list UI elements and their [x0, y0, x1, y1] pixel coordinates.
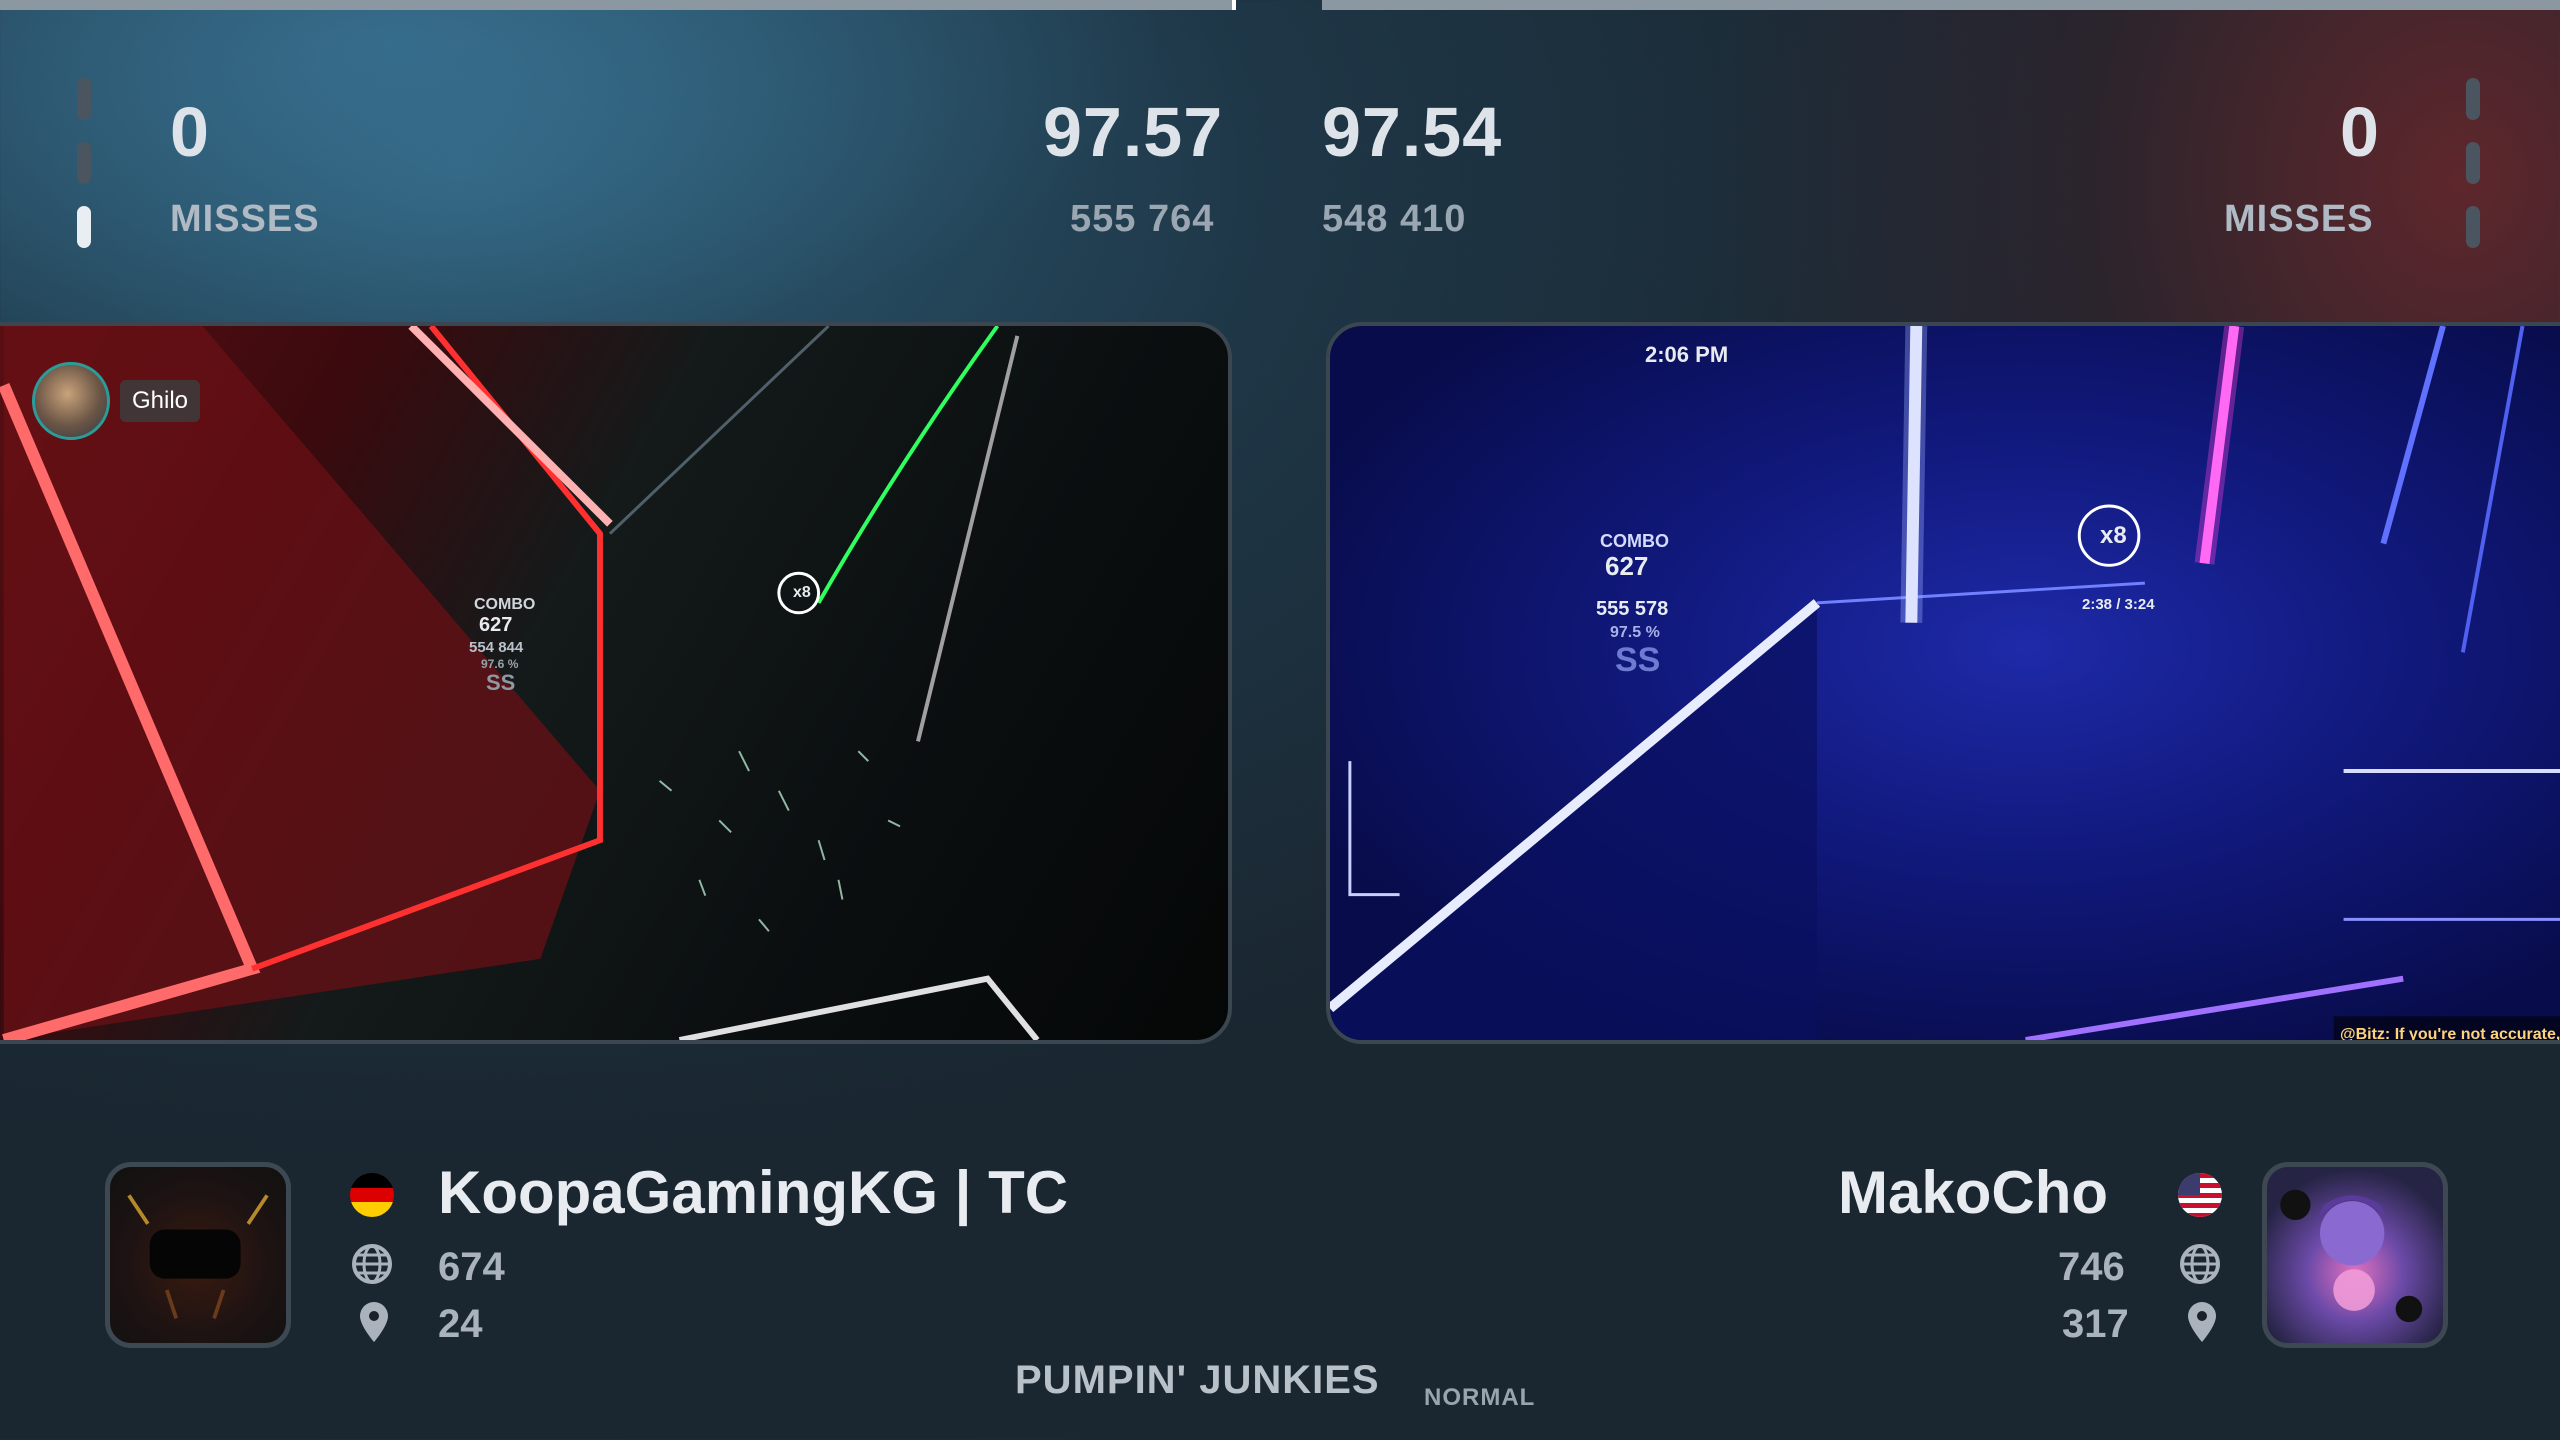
- left-misses-label: MISSES: [170, 198, 320, 240]
- pip: [2466, 78, 2480, 120]
- right-local-rank: 317: [2062, 1302, 2129, 1346]
- left-player-name: KoopaGamingKG | TC: [438, 1159, 1069, 1226]
- right-hud-score: 555 578: [1596, 598, 1669, 620]
- left-local-rank: 24: [438, 1302, 483, 1346]
- left-player-avatar: [105, 1162, 291, 1348]
- song-difficulty: NORMAL: [1424, 1384, 1536, 1411]
- left-hud-percent: 97.6 %: [481, 657, 519, 671]
- pip: [2466, 142, 2480, 184]
- right-player-name: MakoCho: [1838, 1159, 2108, 1226]
- pip: [77, 78, 91, 120]
- streamer-avatar: [32, 362, 110, 440]
- streamer-tag: Ghilo: [32, 362, 201, 440]
- right-hud-combo: 627: [1605, 551, 1649, 581]
- right-accuracy: 97.54: [1322, 93, 1503, 171]
- right-avatar-art: [2280, 1189, 2423, 1323]
- pip: [2466, 206, 2480, 248]
- right-gameplay-scene: [1330, 326, 2560, 1040]
- left-hud-combo-label: COMBO: [474, 596, 536, 613]
- location-pin-icon: [360, 1302, 388, 1342]
- left-health-pips: [77, 78, 91, 270]
- pip-active: [77, 206, 91, 248]
- right-chat-message: @Bitz: If you're not accurate, you're l: [2340, 1026, 2560, 1043]
- right-hud-combo-label: COMBO: [1600, 531, 1669, 551]
- globe-icon: [352, 1244, 392, 1284]
- right-health-pips: [2466, 78, 2480, 270]
- flag-de-icon: [350, 1173, 394, 1217]
- location-pin-icon: [2188, 1302, 2216, 1342]
- right-misses-count: 0: [2340, 93, 2380, 171]
- song-progress-right: [1322, 0, 2560, 10]
- left-hud-multiplier: x8: [793, 584, 811, 601]
- pip: [77, 142, 91, 184]
- left-accuracy: 97.57: [1043, 93, 1224, 171]
- right-player-gameplay-view: 2:06 PM COMBO 627 555 578 97.5 % SS x8 2…: [1326, 322, 2560, 1044]
- right-hud-rank: SS: [1615, 641, 1661, 679]
- song-progress-left: [0, 0, 1236, 10]
- streamer-name: Ghilo: [120, 380, 201, 422]
- right-player-avatar: [2262, 1162, 2448, 1348]
- globe-icon: [2180, 1244, 2220, 1284]
- right-hud-clock: 2:06 PM: [1645, 342, 1729, 367]
- right-global-rank: 746: [2058, 1245, 2125, 1289]
- right-hud-time: 2:38 / 3:24: [2082, 596, 2155, 613]
- left-score: 555 764: [1070, 198, 1215, 240]
- song-title: PUMPIN' JUNKIES: [1015, 1358, 1380, 1402]
- left-hud-combo: 627: [479, 614, 513, 636]
- flag-us-icon: [2178, 1173, 2222, 1217]
- left-hud-rank: SS: [486, 670, 516, 695]
- left-avatar-logo: [127, 1194, 269, 1319]
- left-misses-count: 0: [170, 93, 210, 171]
- right-hud-percent: 97.5 %: [1610, 624, 1660, 641]
- left-player-gameplay-view: Ghilo COMBO 627 554 844 97.6 % SS x8: [0, 322, 1232, 1044]
- right-score: 548 410: [1322, 198, 1467, 240]
- right-hud-multiplier: x8: [2100, 522, 2127, 549]
- left-global-rank: 674: [438, 1245, 505, 1289]
- left-hud-score: 554 844: [469, 639, 524, 656]
- right-misses-label: MISSES: [2224, 198, 2374, 240]
